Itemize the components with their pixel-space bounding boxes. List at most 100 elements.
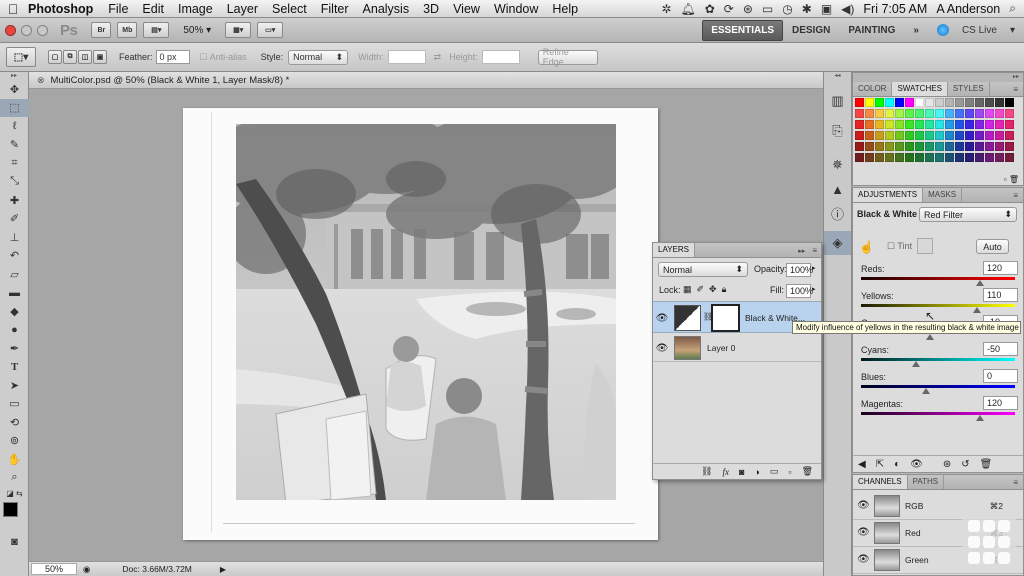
- swatch[interactable]: [985, 98, 994, 107]
- swatch[interactable]: [955, 98, 964, 107]
- swatch[interactable]: [925, 98, 934, 107]
- delete-layer-icon[interactable]: 🗑︎: [802, 466, 813, 477]
- slider-thumb[interactable]: [975, 415, 984, 421]
- bell-icon[interactable]: 🔔︎: [681, 2, 696, 16]
- foreground-color[interactable]: [3, 502, 18, 517]
- swatch[interactable]: [875, 153, 884, 162]
- history-brush-tool-icon[interactable]: ↶: [0, 247, 29, 266]
- channel-name[interactable]: Red: [905, 528, 921, 538]
- swatch[interactable]: [875, 120, 884, 129]
- opacity-input[interactable]: 100%: [786, 263, 813, 277]
- fill-slider-arrow[interactable]: ▸: [812, 285, 816, 293]
- blur-tool-icon[interactable]: ◆: [0, 302, 29, 321]
- swatch[interactable]: [925, 131, 934, 140]
- slider-track[interactable]: [861, 277, 1015, 280]
- channel-visibility-eye-icon[interactable]: 👁︎: [857, 500, 870, 511]
- slider-thumb[interactable]: [921, 388, 930, 394]
- tab-styles[interactable]: STYLES: [948, 82, 990, 96]
- swatch[interactable]: [875, 109, 884, 118]
- swatch[interactable]: [895, 109, 904, 118]
- tab-adjustments[interactable]: ADJUSTMENTS: [853, 188, 924, 202]
- swatch[interactable]: [1005, 109, 1014, 118]
- history-panel-icon[interactable]: ⎘: [824, 119, 851, 143]
- channel-name[interactable]: RGB: [905, 501, 923, 511]
- swatch[interactable]: [945, 153, 954, 162]
- new-group-icon[interactable]: ▭: [770, 466, 779, 477]
- swatch[interactable]: [1005, 153, 1014, 162]
- sync-icon[interactable]: ⟳: [724, 2, 734, 16]
- swatch[interactable]: [975, 120, 984, 129]
- clone-stamp-tool-icon[interactable]: ⊥: [0, 228, 29, 247]
- refine-edge-button[interactable]: Refine Edge...: [537, 47, 598, 67]
- swatch[interactable]: [905, 120, 914, 129]
- return-to-list-icon[interactable]: ◀: [858, 459, 866, 470]
- auto-button[interactable]: Auto: [976, 239, 1009, 254]
- crop-tool-icon[interactable]: ⌗: [0, 154, 29, 173]
- clip-to-layer-icon[interactable]: ◐: [894, 459, 900, 470]
- swatch[interactable]: [985, 131, 994, 140]
- menu-image[interactable]: Image: [171, 2, 220, 16]
- swatch[interactable]: [905, 142, 914, 151]
- slider-value-input[interactable]: 120: [983, 261, 1018, 275]
- type-tool-icon[interactable]: T: [0, 358, 29, 377]
- swatch[interactable]: [925, 120, 934, 129]
- anti-alias-checkbox[interactable]: ☐ Anti-alias: [200, 52, 247, 63]
- new-selection-icon[interactable]: ▢: [48, 50, 62, 64]
- new-adjustment-layer-icon[interactable]: ◑: [754, 467, 759, 477]
- spotlight-search-icon[interactable]: ⌕: [1009, 1, 1016, 16]
- swatch[interactable]: [985, 142, 994, 151]
- slider-value-input[interactable]: -50: [983, 342, 1018, 356]
- swatch[interactable]: [915, 142, 924, 151]
- volume-icon[interactable]: ◀): [841, 2, 854, 16]
- swatch[interactable]: [885, 120, 894, 129]
- channel-visibility-eye-icon[interactable]: 👁︎: [857, 527, 870, 538]
- blend-mode-select[interactable]: Normal ⬍: [658, 262, 748, 277]
- swatch[interactable]: [935, 109, 944, 118]
- clock[interactable]: Fri 7:05 AM: [863, 2, 927, 16]
- swatch[interactable]: [865, 142, 874, 151]
- move-tool-icon[interactable]: ✥: [0, 80, 29, 99]
- targeted-adjustment-icon[interactable]: ☝: [859, 240, 874, 254]
- swatch[interactable]: [875, 98, 884, 107]
- mini-bridge-button[interactable]: Mb: [117, 22, 138, 38]
- tab-paths[interactable]: PATHS: [908, 475, 945, 489]
- reset-icon[interactable]: ↺: [961, 459, 969, 470]
- swatch[interactable]: [955, 153, 964, 162]
- expand-view-icon[interactable]: ⇱: [876, 459, 884, 470]
- menu-filter[interactable]: Filter: [314, 2, 356, 16]
- tab-swatches[interactable]: SWATCHES: [892, 82, 948, 96]
- swatch[interactable]: [865, 109, 874, 118]
- subtract-selection-icon[interactable]: ◫: [78, 50, 92, 64]
- arrange-documents-button[interactable]: ▦▾: [225, 22, 252, 38]
- swatch[interactable]: [965, 153, 974, 162]
- 3d-orbit-tool-icon[interactable]: ⊚: [0, 432, 29, 451]
- fill-input[interactable]: 100%: [786, 284, 813, 298]
- info-panel-icon[interactable]: ⓘ: [824, 201, 851, 225]
- swatch[interactable]: [935, 120, 944, 129]
- swatch[interactable]: [895, 131, 904, 140]
- slider-value-input[interactable]: 110: [983, 288, 1018, 302]
- new-layer-icon[interactable]: ▫: [788, 467, 791, 477]
- swatch[interactable]: [925, 153, 934, 162]
- delete-adjustment-icon[interactable]: 🗑︎: [980, 459, 993, 470]
- menu-window[interactable]: Window: [487, 2, 545, 16]
- slider-thumb[interactable]: [926, 334, 935, 340]
- slider-value-input[interactable]: 0: [983, 369, 1018, 383]
- panel-group-grip[interactable]: ▸▸: [853, 73, 1023, 82]
- swatch[interactable]: [855, 98, 864, 107]
- swatch[interactable]: [965, 98, 974, 107]
- lasso-tool-icon[interactable]: ℓ: [0, 117, 29, 136]
- app-menu[interactable]: Photoshop: [26, 2, 101, 16]
- tab-channels[interactable]: CHANNELS: [853, 475, 908, 489]
- menu-3d[interactable]: 3D: [416, 2, 446, 16]
- swatch[interactable]: [975, 98, 984, 107]
- shape-tool-icon[interactable]: ▭: [0, 395, 29, 414]
- layer-thumbnail[interactable]: [674, 336, 701, 360]
- display-icon[interactable]: ▭: [762, 2, 773, 16]
- workspace-painting[interactable]: PAINTING: [839, 25, 904, 36]
- swatch[interactable]: [995, 131, 1004, 140]
- slider-value-input[interactable]: 120: [983, 396, 1018, 410]
- swatch[interactable]: [855, 131, 864, 140]
- swatch[interactable]: [905, 109, 914, 118]
- slider-thumb[interactable]: [975, 280, 984, 286]
